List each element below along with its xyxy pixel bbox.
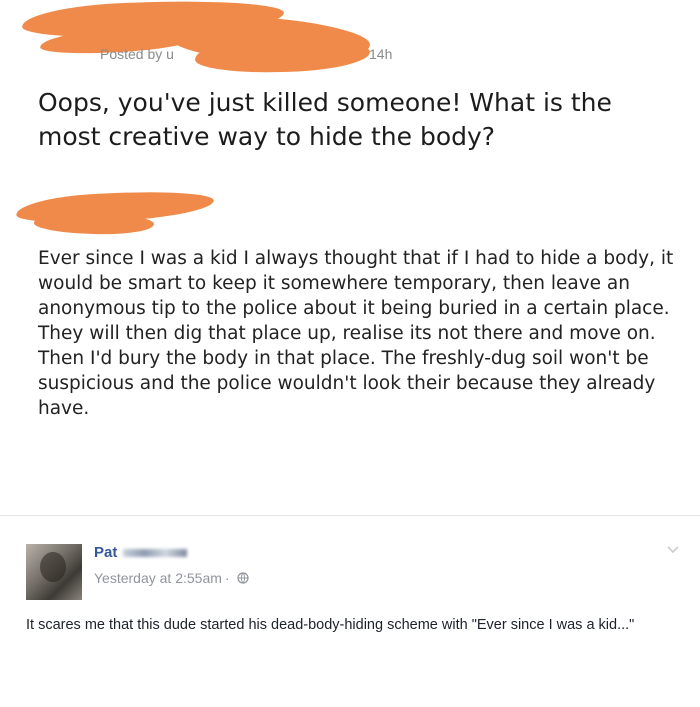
chevron-down-icon[interactable] xyxy=(666,542,680,556)
comment-text: It scares me that this dude started his … xyxy=(26,617,635,633)
avatar[interactable] xyxy=(26,544,82,600)
comment-meta: Yesterday at 2:55am · xyxy=(94,570,249,586)
post-author-label: Posted by u xyxy=(100,46,174,62)
comment-timestamp[interactable]: Yesterday at 2:55am xyxy=(94,570,222,586)
meta-separator: · xyxy=(224,570,230,586)
post-title[interactable]: Oops, you've just killed someone! What i… xyxy=(38,86,668,154)
post-time: 14h xyxy=(369,46,393,62)
commenter-name-row: Pat xyxy=(94,544,188,561)
divider xyxy=(0,515,700,516)
reddit-comment-body: Ever since I was a kid I always thought … xyxy=(38,248,674,419)
globe-icon xyxy=(236,572,249,584)
commenter-name[interactable]: Pat xyxy=(94,544,117,561)
blurred-surname xyxy=(123,548,188,557)
